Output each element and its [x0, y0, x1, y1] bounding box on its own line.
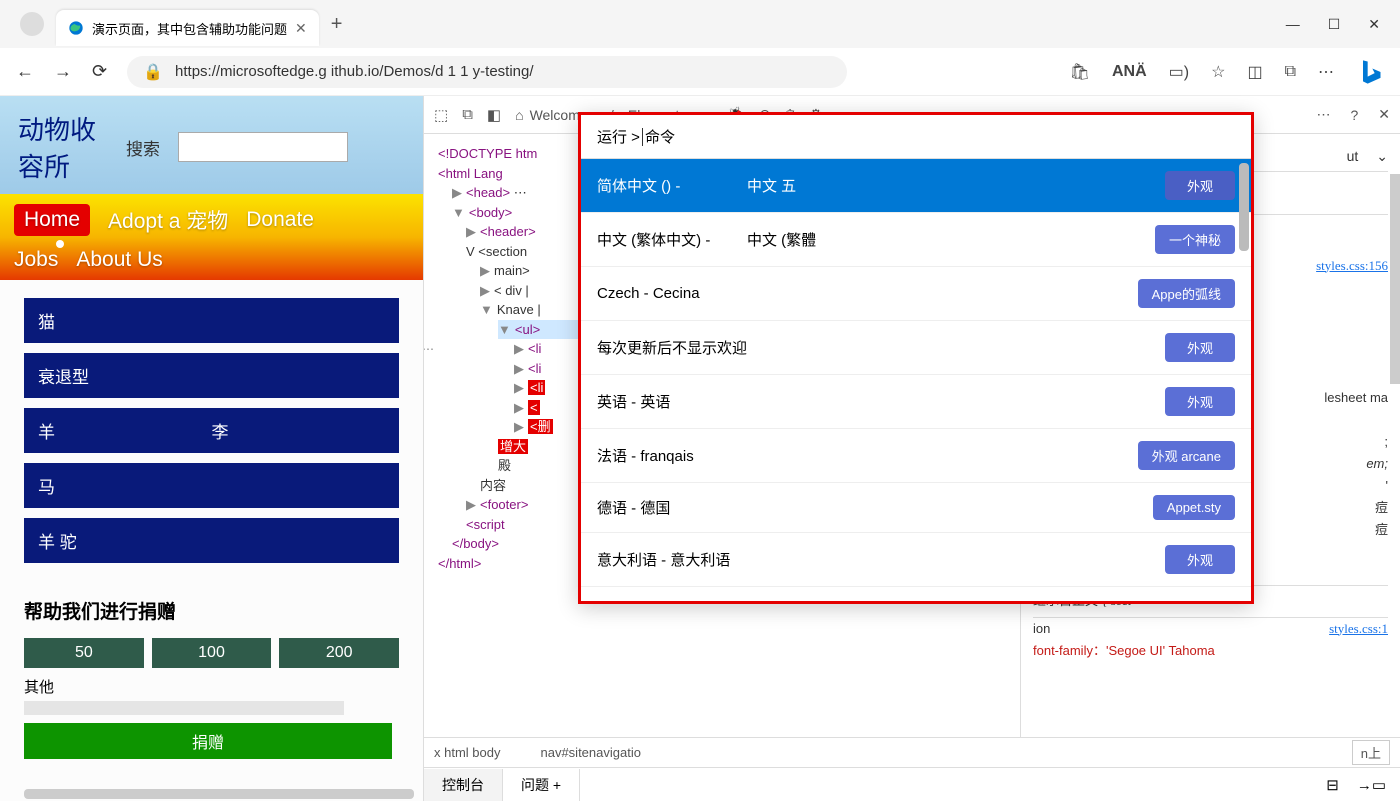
breadcrumbs[interactable]: x html body nav#sitenavigatio n上: [424, 737, 1400, 767]
lock-icon: 🔒: [143, 62, 163, 82]
command-input[interactable]: 运行 > 命令: [581, 115, 1251, 159]
styles-link[interactable]: styles.css:156: [1316, 255, 1388, 277]
nav-adopt[interactable]: Adopt a 宠物: [108, 205, 228, 235]
titlebar: 演示页面，其中包含辅助功能问题 ✕ + — ☐ ✕: [0, 0, 1400, 48]
devtools-close-icon[interactable]: ✕: [1378, 106, 1390, 123]
other-input[interactable]: [24, 701, 344, 715]
dots-icon: ⋯: [424, 340, 434, 358]
read-aloud-icon[interactable]: ▭): [1169, 62, 1189, 82]
toolbar: ← → ⟳ 🔒 https://microsoftedge.g ithub.io…: [0, 48, 1400, 96]
inspect-icon[interactable]: ⬚: [434, 106, 448, 124]
split-icon[interactable]: ◫: [1247, 62, 1262, 82]
site-nav: Home Adopt a 宠物 Donate Jobs About Us: [0, 194, 423, 280]
search-input[interactable]: [178, 132, 348, 162]
search-label: 搜索: [126, 135, 160, 160]
list-item[interactable]: 羊李: [24, 408, 399, 453]
page-title: 动物收容所: [18, 110, 108, 184]
nav-home[interactable]: Home: [14, 204, 90, 236]
nav-about[interactable]: About Us: [76, 248, 162, 272]
demo-page: 动物收容所 搜索 Home Adopt a 宠物 Donate Jobs Abo…: [0, 96, 424, 801]
list-item[interactable]: 羊 驼: [24, 518, 399, 563]
forward-button[interactable]: →: [54, 61, 72, 82]
bing-icon[interactable]: [1356, 58, 1384, 86]
command-list: 简体中文 () -中文 五外观 中文 (繁体中文) -中文 (繁體一个神秘 Cz…: [581, 159, 1251, 601]
favorite-icon[interactable]: ☆: [1211, 62, 1225, 82]
edge-icon: [68, 20, 84, 36]
tab-welcome[interactable]: ⌂Welcome: [515, 107, 588, 123]
device-icon[interactable]: ⧉: [462, 106, 473, 123]
nav-jobs[interactable]: Jobs: [14, 248, 58, 272]
menu-icon[interactable]: ⋯: [1318, 62, 1334, 82]
donate-heading: 帮助我们进行捐赠: [24, 597, 399, 624]
drawer-icon[interactable]: ⊟: [1326, 776, 1339, 794]
tab-close-icon[interactable]: ✕: [295, 20, 307, 37]
minimize-button[interactable]: —: [1286, 16, 1300, 33]
reading-mode[interactable]: ANÄ: [1112, 63, 1147, 81]
drawer-icon[interactable]: →▭: [1357, 776, 1386, 794]
amount-100[interactable]: 100: [152, 638, 272, 668]
animal-list: 猫 衰退型 羊李 马 羊 驼: [0, 280, 423, 591]
styles-link[interactable]: styles.css:1: [1329, 618, 1388, 640]
command-item[interactable]: 意大利语 - 意大利语外观: [581, 533, 1251, 587]
scrollbar[interactable]: [1390, 174, 1400, 384]
shopping-icon[interactable]: 🛍: [1070, 62, 1090, 82]
list-item[interactable]: 马: [24, 463, 399, 508]
command-menu: 运行 > 命令 简体中文 () -中文 五外观 中文 (繁体中文) -中文 (繁…: [578, 112, 1254, 604]
close-window-button[interactable]: ✕: [1368, 16, 1380, 33]
amount-200[interactable]: 200: [279, 638, 399, 668]
nav-donate[interactable]: Donate: [246, 208, 314, 232]
other-label: 其他: [24, 676, 399, 697]
address-bar[interactable]: 🔒 https://microsoftedge.g ithub.io/Demos…: [127, 56, 847, 88]
command-item[interactable]: Czech - CecinaAppe的弧线: [581, 267, 1251, 321]
browser-tab[interactable]: 演示页面，其中包含辅助功能问题 ✕: [56, 10, 319, 46]
command-item[interactable]: 英语 - 英语外观: [581, 375, 1251, 429]
console-tab[interactable]: 控制台: [424, 769, 503, 801]
url-text: https://microsoftedge.g ithub.io/Demos/d…: [175, 63, 534, 80]
devtools-drawer: 控制台 问题 + ⊟ →▭: [424, 767, 1400, 801]
donate-button[interactable]: 捐赠: [24, 723, 392, 759]
command-item[interactable]: 德语 - 德国Appet.sty: [581, 483, 1251, 533]
donate-section: 帮助我们进行捐赠 50 100 200 其他 捐赠: [0, 591, 423, 777]
horizontal-scrollbar[interactable]: [24, 789, 414, 799]
collections-icon[interactable]: ⧉: [1285, 63, 1296, 81]
command-item[interactable]: 法语 - franqais外观 arcane: [581, 429, 1251, 483]
problems-tab[interactable]: 问题 +: [503, 769, 580, 801]
profile-avatar[interactable]: [20, 12, 44, 36]
help-icon[interactable]: ?: [1350, 107, 1358, 123]
nav-indicator: [56, 240, 64, 248]
refresh-button[interactable]: ⟳: [92, 61, 107, 82]
devtools-menu-icon[interactable]: ⋯: [1316, 106, 1330, 123]
new-tab-button[interactable]: +: [331, 13, 343, 36]
amount-50[interactable]: 50: [24, 638, 144, 668]
scrollbar[interactable]: [1239, 163, 1249, 251]
list-item[interactable]: 猫: [24, 298, 399, 343]
command-item[interactable]: 简体中文 () -中文 五外观: [581, 159, 1251, 213]
command-item[interactable]: 中文 (繁体中文) -中文 (繁體一个神秘: [581, 213, 1251, 267]
tab-title: 演示页面，其中包含辅助功能问题: [92, 19, 287, 38]
maximize-button[interactable]: ☐: [1328, 16, 1341, 33]
back-button[interactable]: ←: [16, 61, 34, 82]
list-item[interactable]: 衰退型: [24, 353, 399, 398]
command-item[interactable]: 每次更新后不显示欢迎外观: [581, 321, 1251, 375]
dock-icon[interactable]: ◧: [487, 106, 501, 124]
chevron-down-icon[interactable]: ⌄: [1376, 145, 1388, 169]
